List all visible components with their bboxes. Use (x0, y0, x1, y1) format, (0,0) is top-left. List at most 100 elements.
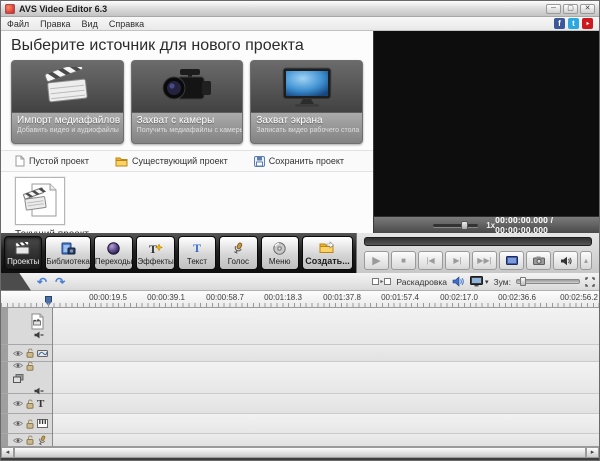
prev-frame-button[interactable]: |◀ (418, 251, 443, 270)
storyboard-toggle[interactable]: Раскадровка (396, 277, 447, 287)
tab-bar: Проекты Библиотека Переходы T Эффекты (1, 233, 599, 273)
tab-create[interactable]: Создать... (302, 236, 353, 270)
eye-icon (13, 437, 23, 444)
speed-label: 1x (486, 221, 495, 230)
text-icon: T (193, 241, 201, 256)
menu-bar: Файл Правка Вид Справка f t (1, 17, 599, 31)
twitter-icon[interactable]: t (568, 18, 579, 29)
timeline-toolbar: ↶ ↷ ▸ Раскадровка ▾ Зум: (1, 273, 599, 291)
track-audio-speaker-icon (34, 387, 44, 395)
track-header-voice[interactable] (1, 434, 52, 446)
fullscreen-button[interactable] (499, 251, 524, 270)
track-lane-video-effects[interactable] (53, 345, 599, 362)
facebook-icon[interactable]: f (554, 18, 565, 29)
seek-bar[interactable] (364, 237, 592, 246)
track-header-video[interactable] (1, 308, 52, 345)
fullscreen-icon (506, 256, 518, 266)
ruler-tick: 00:00:19.5 (89, 293, 127, 302)
scroll-right-button[interactable]: ▸ (586, 447, 599, 458)
tab-transitions[interactable]: Переходы (94, 236, 134, 270)
ruler-tick: 00:00:39.1 (147, 293, 185, 302)
time-ruler[interactable]: 00:00:19.5 00:00:39.1 00:00:58.7 00:01:1… (1, 291, 599, 308)
text-track-icon: T (37, 399, 44, 409)
zoom-slider[interactable] (516, 279, 580, 284)
tab-library[interactable]: Библиотека (45, 236, 91, 270)
track-lane-audio[interactable] (53, 414, 599, 434)
menu-item-view[interactable]: Вид (82, 19, 98, 29)
redo-button[interactable]: ↷ (55, 275, 65, 289)
voice-track-mic-icon (37, 435, 47, 446)
tab-voice[interactable]: Голос (219, 236, 257, 270)
effects-track-icon (37, 349, 48, 358)
menu-item-edit[interactable]: Правка (40, 19, 70, 29)
scroll-left-button[interactable]: ◂ (1, 447, 14, 458)
mute-audio-button[interactable] (452, 276, 465, 287)
track-header-audio[interactable] (1, 414, 52, 434)
ruler-tick: 00:02:36.6 (498, 293, 536, 302)
eye-icon (13, 420, 23, 427)
snapshot-button[interactable] (526, 251, 551, 270)
current-project-thumbnail[interactable] (15, 177, 65, 225)
speed-slider[interactable] (433, 224, 478, 227)
window-title: AVS Video Editor 6.3 (19, 4, 546, 14)
lock-open-icon (26, 348, 34, 358)
lock-open-icon (26, 399, 34, 409)
video-camera-icon (158, 66, 216, 108)
ruler-tick: 00:02:17.0 (440, 293, 478, 302)
stop-button[interactable]: ■ (391, 251, 416, 270)
track-lane-overlay[interactable] (53, 362, 599, 394)
card-capture-screen[interactable]: Захват экрана Записать видео рабочего ст… (250, 60, 363, 144)
preview-controls: 1x 00:00:00.000 / 00:00:00.000 (374, 216, 599, 233)
transitions-sphere-icon (107, 241, 120, 256)
maximize-button[interactable]: ▢ (563, 4, 578, 14)
lock-open-icon (26, 419, 34, 429)
youtube-icon[interactable] (582, 18, 593, 29)
card-capture-camera[interactable]: Захват с камеры Получить медиафайлы с ка… (131, 60, 244, 144)
storyboard-icon: ▸ (372, 278, 391, 285)
track-header-text[interactable]: T (1, 394, 52, 414)
tab-menu[interactable]: Меню (261, 236, 299, 270)
transport-panel: ▶ ■ |◀ ▶| ▶▶| ▴ (356, 233, 599, 273)
projects-clapperboard-icon (15, 241, 31, 256)
voice-mic-icon (232, 241, 244, 256)
ruler-tick: 00:01:18.3 (264, 293, 302, 302)
next-frame-button[interactable]: ▶| (445, 251, 470, 270)
tab-projects[interactable]: Проекты (4, 236, 42, 270)
track-lane-text[interactable] (53, 394, 599, 414)
menu-item-help[interactable]: Справка (109, 19, 144, 29)
app-icon (5, 4, 15, 14)
camera-icon (533, 256, 545, 265)
timeline-scrollbar: ◂ ▸ (1, 446, 599, 458)
link-existing-project[interactable]: Существующий проект (115, 156, 228, 167)
track-header-video-effects[interactable] (1, 345, 52, 362)
track-header-overlay[interactable] (1, 362, 52, 394)
volume-button[interactable] (553, 251, 578, 270)
track-audio-speaker-icon (34, 331, 44, 339)
card-import-media[interactable]: Импорт медиафайлов Добавить видео и ауди… (11, 60, 124, 144)
undo-button[interactable]: ↶ (37, 275, 47, 289)
scroll-thumb[interactable] (14, 447, 586, 458)
tab-effects[interactable]: T Эффекты (136, 236, 174, 270)
close-button[interactable]: ✕ (580, 4, 595, 14)
library-icon (61, 241, 76, 256)
minimize-button[interactable]: ─ (546, 4, 561, 14)
lock-open-icon (26, 435, 34, 445)
ruler-tick: 00:02:56.2 (560, 293, 598, 302)
track-lane-video[interactable] (53, 308, 599, 345)
link-save-project[interactable]: Сохранить проект (254, 156, 344, 167)
volume-popup-button[interactable]: ▴ (580, 251, 592, 270)
next-scene-button[interactable]: ▶▶| (472, 251, 497, 270)
card-subtitle: Получить медиафайлы с камеры (137, 127, 238, 134)
menu-item-file[interactable]: Файл (7, 19, 29, 29)
video-preview[interactable] (374, 31, 599, 216)
display-mode-button[interactable]: ▾ (470, 276, 489, 287)
fit-timeline-button[interactable] (585, 277, 595, 287)
start-panel: Выберите источник для нового проекта (1, 31, 374, 233)
expand-icon (585, 277, 595, 287)
play-button[interactable]: ▶ (364, 251, 389, 270)
zoom-label: Зум: (494, 277, 512, 287)
link-empty-project[interactable]: Пустой проект (15, 155, 89, 167)
tab-text[interactable]: T Текст (178, 236, 216, 270)
track-lane-voice[interactable] (53, 434, 599, 446)
preview-panel: 1x 00:00:00.000 / 00:00:00.000 (374, 31, 599, 233)
